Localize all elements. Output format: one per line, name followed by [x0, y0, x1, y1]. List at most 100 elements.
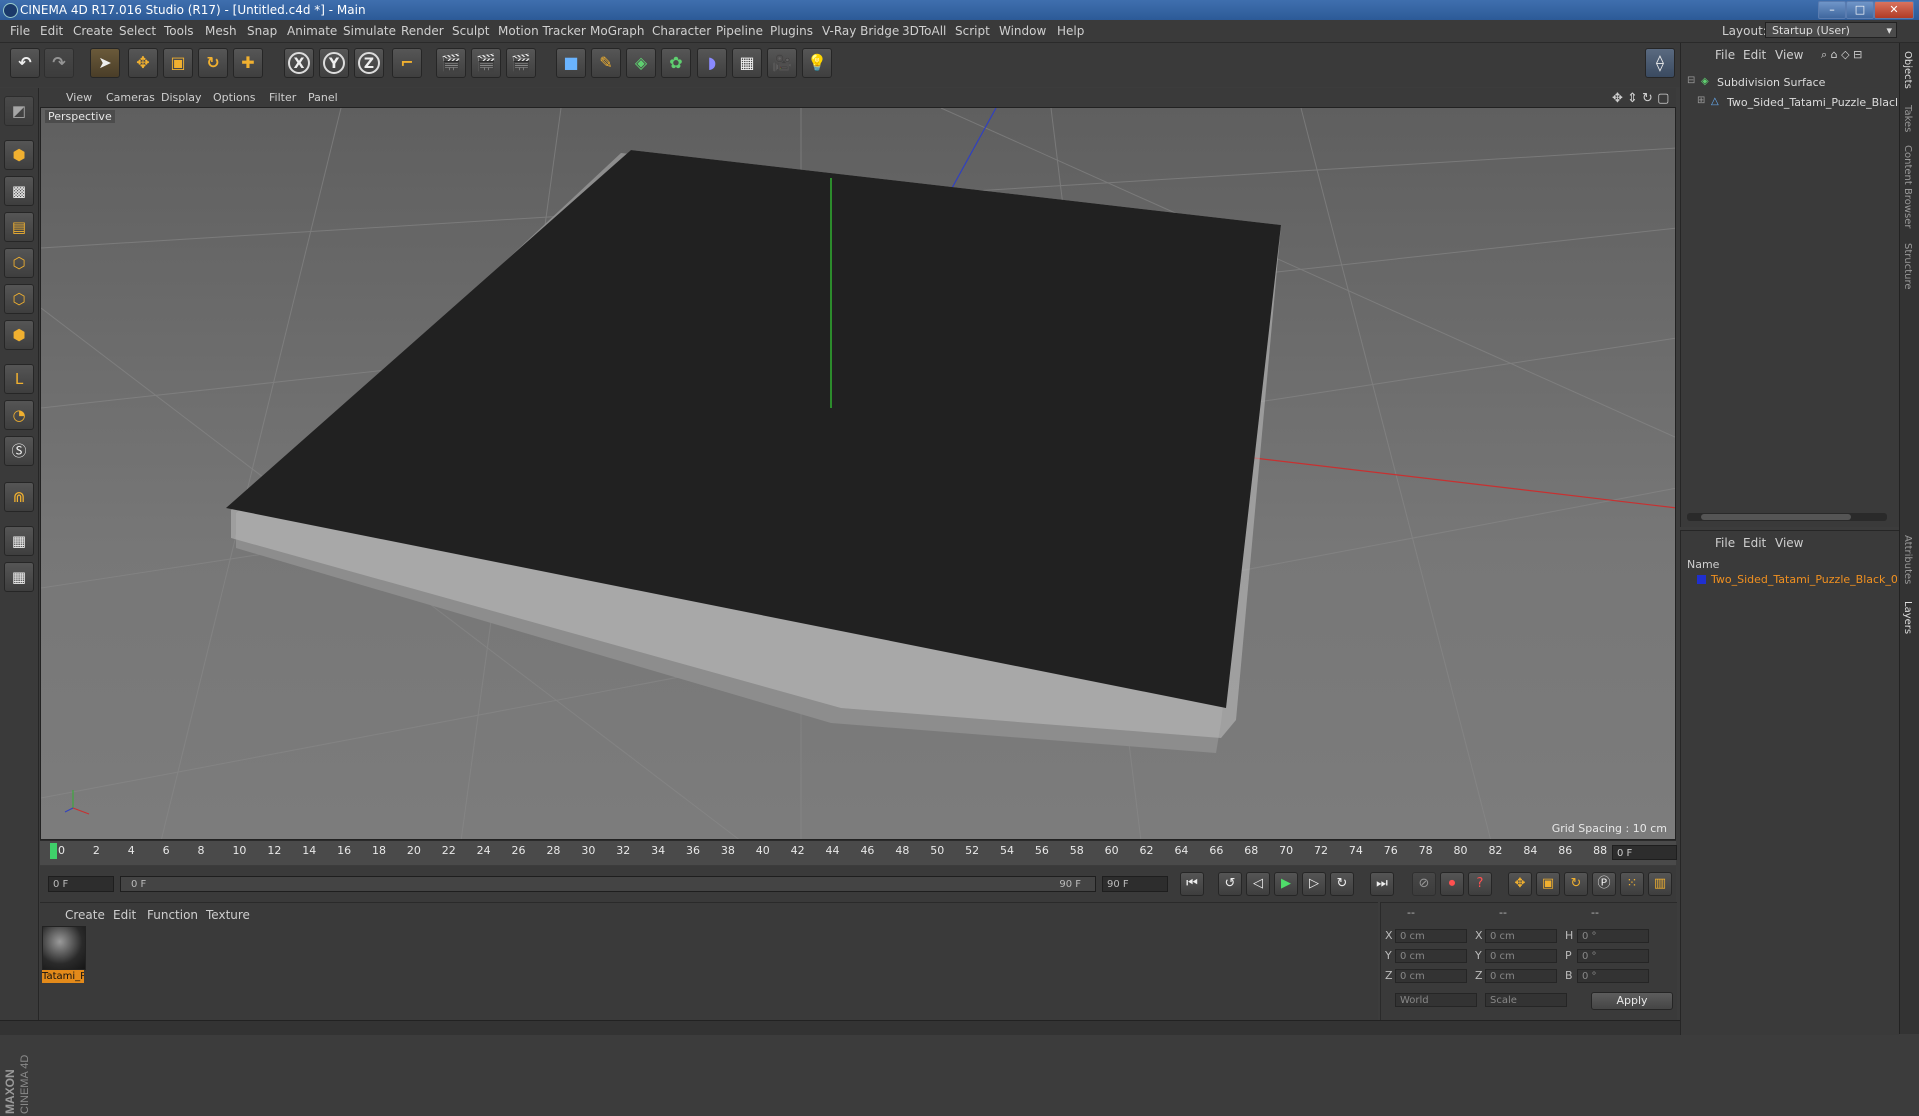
size-z-field[interactable]: 0 cm [1485, 969, 1557, 983]
material-menu-function[interactable]: Function [147, 908, 198, 922]
magnet-button[interactable]: ⋒ [4, 482, 34, 512]
menu-3dtoall[interactable]: 3DToAll [902, 24, 946, 38]
tab-objects[interactable]: Objects [1902, 51, 1913, 89]
viewport-menu-filter[interactable]: Filter [269, 91, 296, 104]
autokeying-button[interactable]: ? [1468, 872, 1492, 896]
viewport-menu-display[interactable]: Display [161, 91, 202, 104]
material-menu-edit[interactable]: Edit [113, 908, 136, 922]
tab-layers[interactable]: Layers [1902, 601, 1913, 634]
previous-frame-button[interactable]: ◁ [1246, 872, 1270, 896]
deformer-button[interactable]: ◗ [697, 48, 727, 78]
start-frame-field[interactable]: 0 F [48, 876, 114, 892]
key-rotation-button[interactable]: ↻ [1564, 872, 1588, 896]
undo-button[interactable]: ↶ [10, 48, 40, 78]
viewport-menu-cameras[interactable]: Cameras [106, 91, 155, 104]
end-frame-field[interactable]: 90 F [1102, 876, 1168, 892]
key-position-button[interactable]: ✥ [1508, 872, 1532, 896]
axis-mode-button[interactable]: L [4, 364, 34, 394]
menu-select[interactable]: Select [119, 24, 156, 38]
position-y-field[interactable]: 0 cm [1395, 949, 1467, 963]
texture-mode-button[interactable]: ▩ [4, 176, 34, 206]
object-row[interactable]: ⊞ △ Two_Sided_Tatami_Puzzle_Black_ [1697, 95, 1897, 111]
menu-window[interactable]: Window [999, 24, 1046, 38]
next-key-button[interactable]: ↻ [1330, 872, 1354, 896]
menu-vray-bridge[interactable]: V-Ray Bridge [822, 24, 899, 38]
camera-button[interactable]: 🎥 [767, 48, 797, 78]
objects-menu-edit[interactable]: Edit [1743, 48, 1766, 62]
viewport-menu-view[interactable]: View [66, 91, 92, 104]
tab-structure[interactable]: Structure [1902, 243, 1913, 290]
tweak-mode-button[interactable]: ◔ [4, 400, 34, 430]
go-to-start-button[interactable]: ⏮ [1180, 872, 1204, 896]
material-menu-create[interactable]: Create [65, 908, 105, 922]
polygons-mode-button[interactable]: ⬢ [4, 320, 34, 350]
live-selection-button[interactable]: ➤ [90, 48, 120, 78]
workplane-mode-button[interactable]: ▤ [4, 212, 34, 242]
object-manager-icons[interactable]: ⌕ ⌂ ◇ ⊟ [1821, 48, 1862, 62]
viewport-menu-panel[interactable]: Panel [308, 91, 338, 104]
menu-help[interactable]: Help [1057, 24, 1084, 38]
objects-scrollbar-thumb[interactable] [1701, 514, 1851, 520]
planar-workplane-button[interactable]: ▦ [4, 562, 34, 592]
material-thumbnail[interactable] [42, 926, 86, 970]
motion-record-button[interactable]: ⊘ [1412, 872, 1436, 896]
menu-sculpt[interactable]: Sculpt [452, 24, 489, 38]
render-to-picture-viewer-button[interactable]: 🎬 [471, 48, 501, 78]
apply-button[interactable]: Apply [1591, 992, 1673, 1010]
tab-content-browser[interactable]: Content Browser [1902, 145, 1913, 228]
layers-menu-edit[interactable]: Edit [1743, 536, 1766, 550]
record-active-objects-button[interactable]: ⏺ [1440, 872, 1464, 896]
viewport-menu-options[interactable]: Options [213, 91, 255, 104]
playhead-marker[interactable] [50, 843, 57, 859]
coordinate-mode-select[interactable]: World [1395, 993, 1477, 1007]
points-mode-button[interactable]: ⬡ [4, 248, 34, 278]
key-pla-button[interactable]: ⁙ [1620, 872, 1644, 896]
snap-button[interactable]: Ⓢ [4, 436, 34, 466]
move-tool-button[interactable]: ✥ [128, 48, 158, 78]
scale-tool-button[interactable]: ▣ [163, 48, 193, 78]
z-axis-lock-button[interactable]: Z [354, 48, 384, 78]
menu-character[interactable]: Character [652, 24, 711, 38]
close-button[interactable]: ✕ [1874, 1, 1914, 19]
maximize-button[interactable]: □ [1846, 1, 1874, 19]
light-button[interactable]: 💡 [802, 48, 832, 78]
material-name-label[interactable]: Tatami_Puzzle [42, 970, 84, 983]
objects-horizontal-scrollbar[interactable] [1687, 513, 1887, 521]
position-z-field[interactable]: 0 cm [1395, 969, 1467, 983]
menu-render[interactable]: Render [401, 24, 444, 38]
rotation-b-field[interactable]: 0 ° [1577, 969, 1649, 983]
x-axis-lock-button[interactable]: X [284, 48, 314, 78]
menu-mesh[interactable]: Mesh [205, 24, 237, 38]
viewport-nav-icons[interactable]: ✥ ⇕ ↻ ▢ [1612, 91, 1669, 106]
floor-button[interactable]: ▦ [732, 48, 762, 78]
timeline-window-button[interactable]: ▥ [1648, 872, 1672, 896]
recent-tool-button[interactable]: ✚ [233, 48, 263, 78]
menu-snap[interactable]: Snap [247, 24, 277, 38]
size-y-field[interactable]: 0 cm [1485, 949, 1557, 963]
material-menu-texture[interactable]: Texture [206, 908, 250, 922]
objects-menu-file[interactable]: File [1715, 48, 1735, 62]
position-x-field[interactable]: 0 cm [1395, 929, 1467, 943]
menu-edit[interactable]: Edit [40, 24, 63, 38]
menu-tools[interactable]: Tools [164, 24, 194, 38]
spline-pen-button[interactable]: ✎ [591, 48, 621, 78]
next-frame-button[interactable]: ▷ [1302, 872, 1326, 896]
objects-menu-view[interactable]: View [1775, 48, 1803, 62]
tab-takes[interactable]: Takes [1902, 105, 1913, 132]
key-scale-button[interactable]: ▣ [1536, 872, 1560, 896]
cube-object-button[interactable]: ■ [556, 48, 586, 78]
current-frame-field[interactable]: 0 F [1612, 845, 1677, 860]
python-button[interactable]: ⟠ [1645, 48, 1675, 78]
model-mode-button[interactable]: ⬢ [4, 140, 34, 170]
layout-select[interactable]: Startup (User) ▾ [1765, 22, 1897, 38]
play-button[interactable]: ▶ [1274, 872, 1298, 896]
menu-simulate[interactable]: Simulate [343, 24, 396, 38]
layers-menu-file[interactable]: File [1715, 536, 1735, 550]
redo-button[interactable]: ↷ [44, 48, 74, 78]
go-to-end-button[interactable]: ⏭ [1370, 872, 1394, 896]
timeline-ruler[interactable]: 0 2 4 6 8 10 12 14 16 18 20 22 24 26 28 30 32 34 36 38 40 42 4… [40, 840, 1676, 865]
menu-mograph[interactable]: MoGraph [590, 24, 645, 38]
menu-animate[interactable]: Animate [287, 24, 337, 38]
locked-workplane-button[interactable]: ▦ [4, 526, 34, 556]
menu-pipeline[interactable]: Pipeline [716, 24, 763, 38]
